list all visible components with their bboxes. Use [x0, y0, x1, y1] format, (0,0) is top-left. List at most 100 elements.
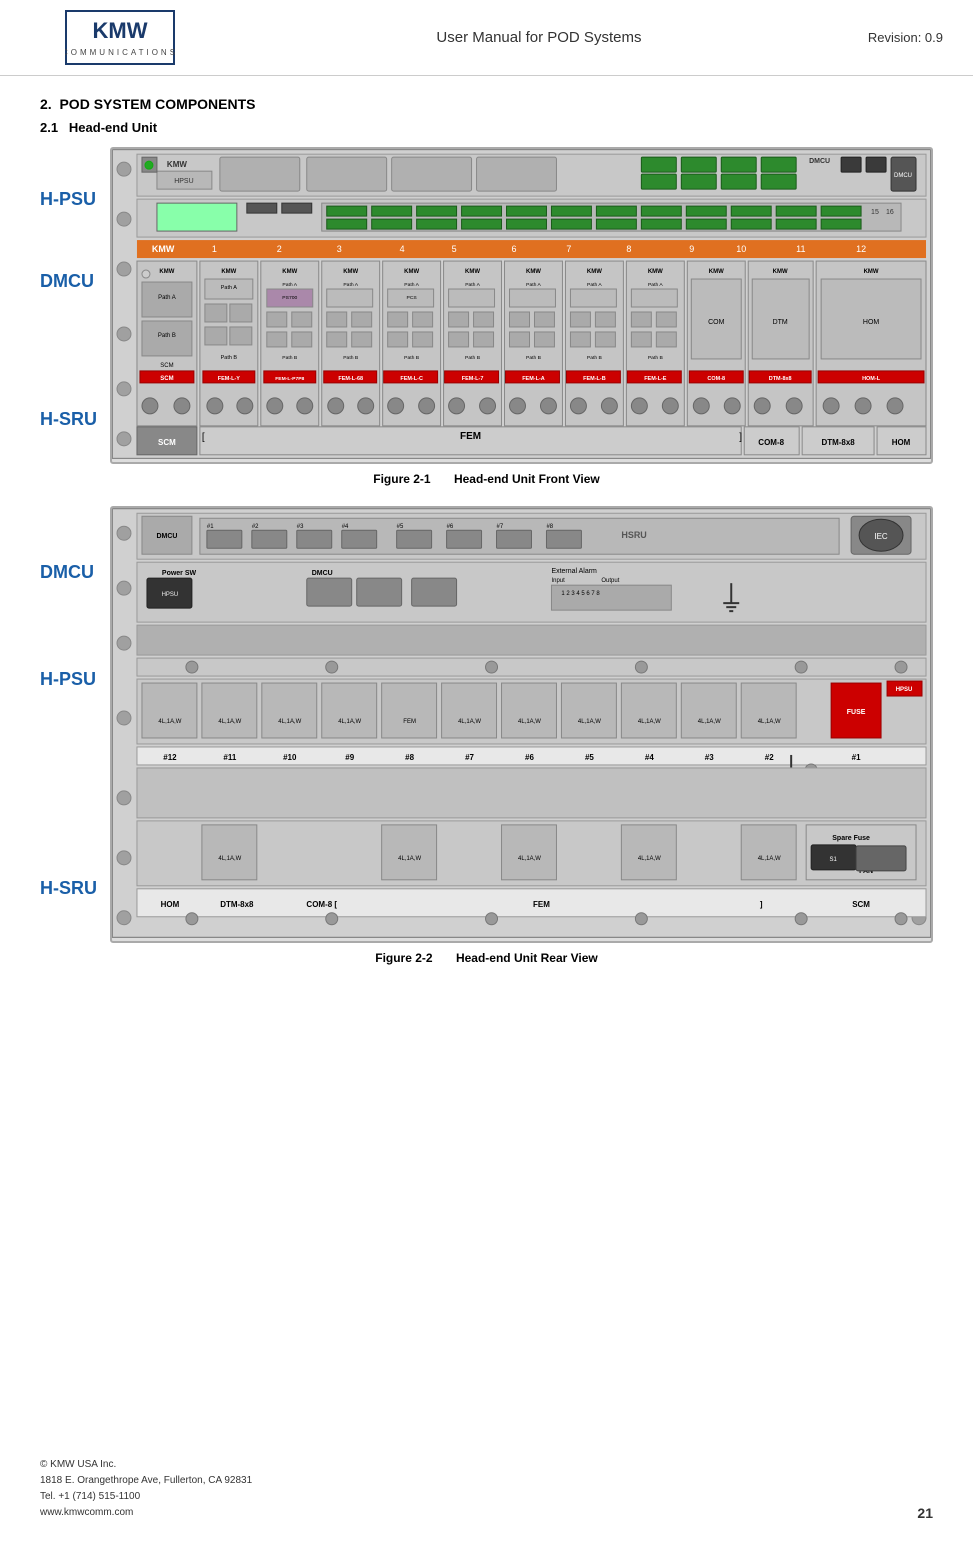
svg-text:COM: COM — [708, 319, 724, 326]
svg-text:10: 10 — [736, 244, 746, 254]
svg-text:1 2 3 4 5 6 7 8: 1 2 3 4 5 6 7 8 — [561, 591, 600, 597]
svg-text:4L,1A,W: 4L,1A,W — [518, 719, 541, 725]
svg-text:7: 7 — [566, 244, 571, 254]
svg-text:12: 12 — [856, 244, 866, 254]
svg-text:4: 4 — [400, 244, 405, 254]
svg-text:DMCU: DMCU — [156, 533, 177, 540]
dmcu-label: DMCU — [40, 271, 102, 292]
svg-text:4L,1A,W: 4L,1A,W — [698, 719, 721, 725]
svg-text:HPSU: HPSU — [162, 592, 179, 598]
svg-text:#8: #8 — [546, 524, 553, 530]
svg-text:HOM-L: HOM-L — [862, 376, 881, 382]
svg-text:FEM-L-Y: FEM-L-Y — [218, 376, 241, 382]
svg-text:KMW: KMW — [221, 269, 236, 275]
svg-text:Output: Output — [601, 578, 619, 584]
svg-text:16: 16 — [886, 209, 894, 216]
svg-text:HOM: HOM — [161, 900, 180, 909]
svg-text:#2: #2 — [252, 524, 259, 530]
svg-text:DTM: DTM — [773, 319, 788, 326]
svg-text:SCM: SCM — [852, 900, 870, 909]
svg-text:4L,1A,W: 4L,1A,W — [398, 856, 421, 862]
svg-text:FUSE: FUSE — [847, 709, 866, 716]
svg-text:Input: Input — [551, 578, 565, 584]
logo-area: KMW COMMUNICATIONS — [30, 10, 210, 65]
svg-text:COMMUNICATIONS: COMMUNICATIONS — [65, 48, 175, 57]
svg-text:Path B: Path B — [158, 333, 176, 339]
svg-text:FEM-L-7: FEM-L-7 — [462, 376, 484, 382]
svg-text:Path A: Path A — [587, 282, 602, 288]
footer-copyright: © KMW USA Inc. — [40, 1457, 252, 1473]
svg-text:KMW: KMW — [404, 269, 419, 275]
footer-tel: Tel. +1 (714) 515-1100 — [40, 1489, 252, 1505]
svg-text:[: [ — [202, 432, 205, 443]
front-view-diagram: H-PSU DMCU H-SRU — [40, 147, 933, 464]
svg-text:8: 8 — [626, 244, 631, 254]
svg-text:HOM: HOM — [863, 319, 879, 326]
svg-text:FEM-L-E: FEM-L-E — [644, 376, 667, 382]
svg-text:#5: #5 — [585, 753, 594, 762]
svg-text:4L,1A,W: 4L,1A,W — [758, 719, 781, 725]
svg-text:KMW: KMW — [864, 269, 879, 275]
figure2-caption: Figure 2-2 Head-end Unit Rear View — [40, 951, 933, 965]
svg-text:DTM-8x8: DTM-8x8 — [220, 900, 254, 909]
svg-text:#11: #11 — [223, 753, 236, 762]
svg-text:DTM-8x8: DTM-8x8 — [769, 376, 792, 382]
page-footer: © KMW USA Inc. 1818 E. Orangethrope Ave,… — [40, 1457, 933, 1521]
svg-text:KMW: KMW — [773, 269, 788, 275]
svg-text:FEM: FEM — [403, 719, 416, 725]
svg-text:SCM: SCM — [158, 438, 176, 447]
svg-text:#7: #7 — [465, 753, 474, 762]
svg-text:Path A: Path A — [282, 282, 297, 288]
svg-text:#12: #12 — [163, 753, 177, 762]
svg-text:#4: #4 — [645, 753, 654, 762]
svg-text:SCM: SCM — [160, 363, 173, 369]
svg-text:IEC: IEC — [874, 532, 888, 541]
svg-text:FEM-L-68: FEM-L-68 — [338, 376, 363, 382]
svg-text:KMW: KMW — [587, 269, 602, 275]
svg-text:#8: #8 — [405, 753, 414, 762]
svg-text:Path A: Path A — [158, 295, 176, 301]
svg-text:PS700: PS700 — [282, 295, 297, 301]
svg-text:4L,1A,W: 4L,1A,W — [458, 719, 481, 725]
svg-text:#9: #9 — [345, 753, 354, 762]
rear-view-diagram: DMCU H-PSU H-SRU — [40, 506, 933, 943]
svg-text:Path B: Path B — [221, 355, 238, 361]
svg-text:KMW: KMW — [282, 269, 297, 275]
svg-text:PCS: PCS — [407, 295, 418, 301]
svg-text:4L,1A,W: 4L,1A,W — [218, 856, 241, 862]
svg-text:KMW: KMW — [93, 18, 148, 43]
svg-text:Path A: Path A — [343, 282, 358, 288]
svg-text:KMW: KMW — [167, 160, 187, 169]
svg-text:#5: #5 — [397, 524, 404, 530]
svg-text:KMW: KMW — [159, 269, 174, 275]
svg-text:#10: #10 — [283, 753, 297, 762]
svg-text:#6: #6 — [447, 524, 454, 530]
svg-text:4L,1A,W: 4L,1A,W — [638, 856, 661, 862]
svg-text:#3: #3 — [297, 524, 304, 530]
svg-text:#7: #7 — [497, 524, 504, 530]
rear-chassis-svg: DMCU #1 #2 #3 #4 #5 #6 #7 — [112, 508, 931, 938]
svg-text:FEM: FEM — [460, 431, 481, 442]
rear-side-labels: DMCU H-PSU H-SRU — [40, 506, 110, 943]
svg-text:Power SW: Power SW — [162, 570, 197, 577]
svg-text:KMW: KMW — [465, 269, 480, 275]
svg-text:HOM: HOM — [892, 438, 911, 447]
hpsu-label: H-PSU — [40, 189, 102, 210]
svg-text:11: 11 — [796, 244, 805, 254]
svg-text:COM-8: COM-8 — [707, 376, 725, 382]
svg-text:FEM: FEM — [533, 900, 550, 909]
chassis-front-view: KMW HPSU — [110, 147, 933, 464]
svg-text:HPSU: HPSU — [896, 687, 913, 693]
svg-text:4L,1A,W: 4L,1A,W — [638, 719, 661, 725]
svg-text:15: 15 — [871, 209, 879, 216]
svg-text:4L,1A,W: 4L,1A,W — [218, 719, 241, 725]
logo-icon: KMW COMMUNICATIONS — [65, 10, 175, 65]
svg-text:KMW: KMW — [648, 269, 663, 275]
svg-text:External Alarm: External Alarm — [551, 568, 597, 575]
footer-address: 1818 E. Orangethrope Ave, Fullerton, CA … — [40, 1473, 252, 1489]
svg-text:COM-8 [: COM-8 [ — [306, 900, 337, 909]
svg-text:4L,1A,W: 4L,1A,W — [278, 719, 301, 725]
svg-text:]: ] — [739, 432, 742, 443]
svg-text:#1: #1 — [852, 753, 861, 762]
svg-text:4L,1A,W: 4L,1A,W — [338, 719, 361, 725]
